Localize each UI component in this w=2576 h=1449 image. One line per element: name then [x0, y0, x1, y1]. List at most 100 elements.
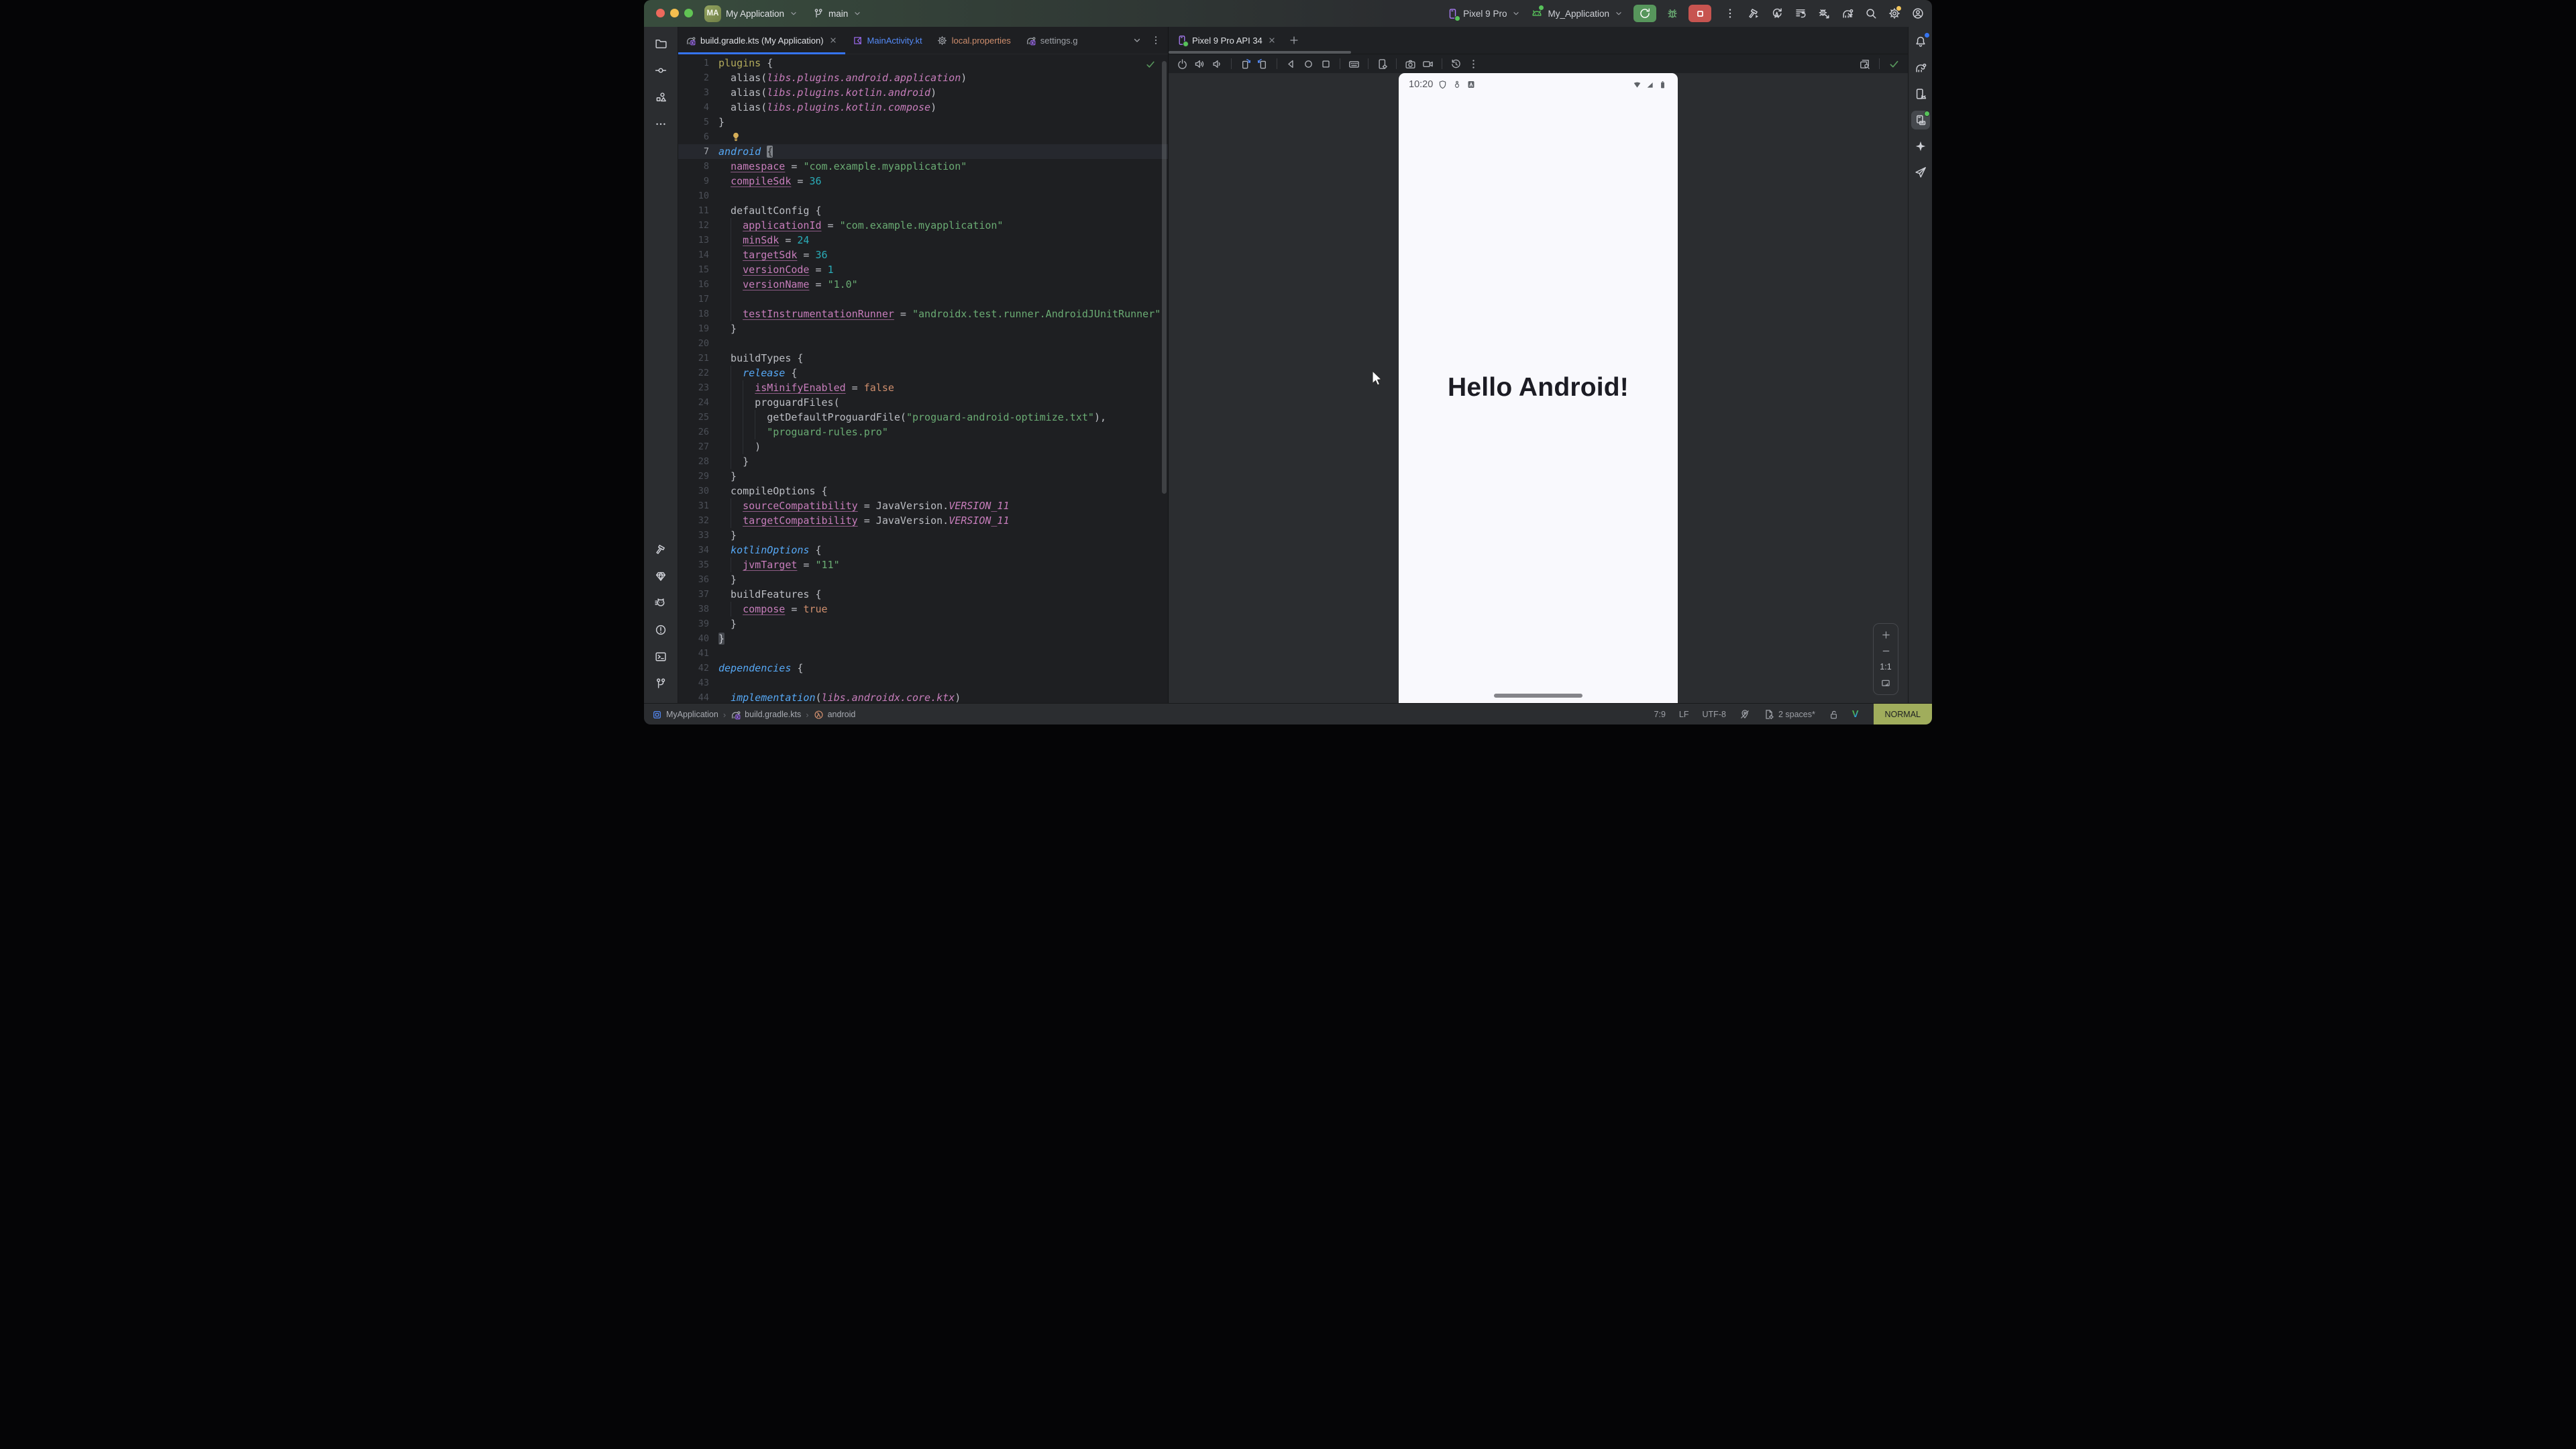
- sidebar-item-gemini-spark[interactable]: [1911, 137, 1930, 156]
- more-options-button[interactable]: [1724, 7, 1736, 19]
- stop-button[interactable]: [1688, 5, 1711, 22]
- code-line[interactable]: 44 implementation(libs.androidx.core.ktx…: [678, 690, 1168, 703]
- line-separator[interactable]: LF: [1679, 710, 1689, 719]
- vcs-branch-widget[interactable]: main: [813, 8, 862, 19]
- device-screen[interactable]: 10:20 Hello Android!: [1399, 73, 1678, 703]
- intention-bulb-icon[interactable]: [731, 131, 741, 142]
- code-line[interactable]: 1plugins {: [678, 56, 1168, 70]
- vim-mode-badge[interactable]: NORMAL: [1874, 704, 1932, 724]
- line-number[interactable]: 35: [678, 557, 718, 572]
- snapshot-reset-button[interactable]: [1450, 58, 1462, 70]
- emulator-tab[interactable]: Pixel 9 Pro API 34: [1177, 35, 1277, 46]
- sidebar-item-project[interactable]: [649, 32, 672, 55]
- line-number[interactable]: 14: [678, 248, 718, 262]
- device-ok-indicator[interactable]: [1888, 58, 1900, 70]
- line-number[interactable]: 44: [678, 690, 718, 703]
- line-number[interactable]: 23: [678, 380, 718, 395]
- code-line[interactable]: 11 defaultConfig {: [678, 203, 1168, 218]
- line-number[interactable]: 1: [678, 56, 718, 70]
- rotate-left-button[interactable]: [1240, 58, 1251, 70]
- run-configuration-selector[interactable]: My_Application: [1531, 7, 1623, 19]
- zoom-in-button[interactable]: [1881, 630, 1891, 640]
- highlighting-level-icon[interactable]: [1739, 709, 1750, 720]
- tab-mainactivity-kt[interactable]: MainActivity.kt: [845, 27, 930, 54]
- code-line[interactable]: 34 kotlinOptions {: [678, 543, 1168, 557]
- volume-down-button[interactable]: [1212, 58, 1223, 70]
- line-number[interactable]: 27: [678, 439, 718, 454]
- code-line[interactable]: 28 }: [678, 454, 1168, 469]
- line-number[interactable]: 9: [678, 174, 718, 189]
- settings-button[interactable]: [1888, 7, 1900, 19]
- sidebar-item-structure[interactable]: [649, 86, 672, 109]
- code-line[interactable]: 36 }: [678, 572, 1168, 587]
- screen-record-button[interactable]: [1422, 58, 1434, 70]
- code-line[interactable]: 24 proguardFiles(: [678, 395, 1168, 410]
- line-number[interactable]: 22: [678, 366, 718, 380]
- line-number[interactable]: 40: [678, 631, 718, 646]
- line-number[interactable]: 12: [678, 218, 718, 233]
- code-line[interactable]: 22 release {: [678, 366, 1168, 380]
- zoom-window-button[interactable]: [684, 9, 693, 17]
- tab-settings-gradle[interactable]: settings.g: [1018, 27, 1085, 54]
- hardware-input-button[interactable]: [1348, 58, 1360, 70]
- code-editor[interactable]: 1plugins {2 alias(libs.plugins.android.a…: [678, 54, 1168, 703]
- apply-changes-restart-button[interactable]: [1771, 7, 1783, 19]
- line-number[interactable]: 26: [678, 425, 718, 439]
- rerun-button[interactable]: [1633, 5, 1656, 22]
- code-line[interactable]: 31 sourceCompatibility = JavaVersion.VER…: [678, 498, 1168, 513]
- line-number[interactable]: 34: [678, 543, 718, 557]
- display-inspect-button[interactable]: [1859, 58, 1870, 70]
- line-number[interactable]: 38: [678, 602, 718, 616]
- line-number[interactable]: 13: [678, 233, 718, 248]
- inspections-ok-icon[interactable]: [1145, 59, 1156, 70]
- emulator-more-button[interactable]: [1468, 58, 1479, 70]
- code-line[interactable]: 37 buildFeatures {: [678, 587, 1168, 602]
- attach-debugger-button[interactable]: [1818, 7, 1830, 19]
- line-number[interactable]: 29: [678, 469, 718, 484]
- build-run-button[interactable]: [1748, 7, 1760, 19]
- rotate-right-button[interactable]: [1257, 58, 1269, 70]
- sidebar-item-terminal[interactable]: [649, 645, 672, 668]
- code-line[interactable]: 42dependencies {: [678, 661, 1168, 676]
- line-number[interactable]: 19: [678, 321, 718, 336]
- close-icon[interactable]: [828, 36, 838, 45]
- code-line[interactable]: 17: [678, 292, 1168, 307]
- line-number[interactable]: 3: [678, 85, 718, 100]
- code-line[interactable]: 41: [678, 646, 1168, 661]
- line-number[interactable]: 32: [678, 513, 718, 528]
- line-number[interactable]: 20: [678, 336, 718, 351]
- code-line[interactable]: 4 alias(libs.plugins.kotlin.compose): [678, 100, 1168, 115]
- code-line[interactable]: 7android {: [678, 144, 1168, 159]
- sidebar-item-app-quality-insights[interactable]: [649, 565, 672, 588]
- line-number[interactable]: 43: [678, 676, 718, 690]
- sidebar-item-running-devices[interactable]: [1911, 111, 1930, 129]
- unlock-icon[interactable]: [1829, 710, 1839, 720]
- code-line[interactable]: 23 isMinifyEnabled = false: [678, 380, 1168, 395]
- breadcrumb-element[interactable]: android: [814, 710, 856, 720]
- code-line[interactable]: 10: [678, 189, 1168, 203]
- line-number[interactable]: 31: [678, 498, 718, 513]
- line-number[interactable]: 16: [678, 277, 718, 292]
- screenshot-button[interactable]: [1405, 58, 1416, 70]
- zoom-out-button[interactable]: [1881, 646, 1891, 656]
- sidebar-item-problems[interactable]: [649, 619, 672, 641]
- code-line[interactable]: 15 versionCode = 1: [678, 262, 1168, 277]
- line-number[interactable]: 33: [678, 528, 718, 543]
- sidebar-item-more-tool-windows[interactable]: [649, 113, 672, 136]
- code-line[interactable]: 43: [678, 676, 1168, 690]
- volume-up-button[interactable]: [1194, 58, 1205, 70]
- code-line[interactable]: 5}: [678, 115, 1168, 129]
- code-line[interactable]: 8 namespace = "com.example.myapplication…: [678, 159, 1168, 174]
- nav-home-button[interactable]: [1303, 58, 1314, 70]
- sidebar-item-build[interactable]: [649, 538, 672, 561]
- line-number[interactable]: 21: [678, 351, 718, 366]
- code-line[interactable]: 3 alias(libs.plugins.kotlin.android): [678, 85, 1168, 100]
- project-widget[interactable]: MA My Application: [704, 5, 798, 22]
- line-number[interactable]: 7: [678, 144, 718, 159]
- code-line[interactable]: 30 compileOptions {: [678, 484, 1168, 498]
- line-number[interactable]: 41: [678, 646, 718, 661]
- code-line[interactable]: 16 versionName = "1.0": [678, 277, 1168, 292]
- code-line[interactable]: 27 ): [678, 439, 1168, 454]
- sidebar-item-version-control[interactable]: [649, 672, 672, 695]
- sidebar-item-commit[interactable]: [649, 59, 672, 82]
